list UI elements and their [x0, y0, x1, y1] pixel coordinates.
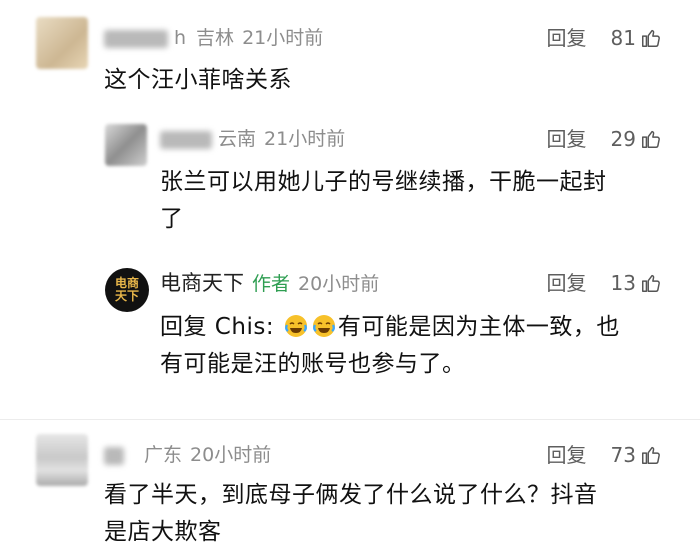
reply-prefix: 回复 Chis: — [160, 314, 275, 340]
comment-meta: 电商天下 作者 20小时前 — [160, 269, 379, 297]
comment-text: 这个汪小菲啥关系 — [104, 67, 292, 93]
reply-button[interactable]: 回复 — [547, 24, 587, 52]
username-blurred[interactable] — [104, 446, 124, 465]
region-label: 云南 — [218, 128, 257, 150]
timestamp: 21小时前 — [264, 128, 346, 150]
region-label: 吉林 — [196, 27, 235, 49]
thumbs-up-icon[interactable] — [640, 27, 662, 49]
comment-actions: 回复 29 — [547, 125, 662, 153]
author-avatar-text: 电商天下 — [114, 276, 139, 303]
username-blurred[interactable] — [104, 29, 168, 48]
avatar[interactable] — [36, 434, 88, 486]
comment-divider — [0, 419, 700, 420]
timestamp: 20小时前 — [190, 444, 272, 466]
avatar[interactable] — [105, 124, 147, 166]
like-count: 29 — [610, 127, 636, 151]
laughing-tears-emoji-icon — [284, 315, 307, 337]
comment-text-line: 回复 Chis: 有可能是因为主体一致，也 — [160, 309, 620, 346]
like-count: 13 — [610, 271, 636, 295]
comment-text-line: 了 — [160, 206, 184, 232]
author-avatar[interactable]: 电商天下 — [105, 268, 149, 312]
author-badge: 作者 — [252, 273, 291, 295]
comment-meta: 云南 21小时前 — [160, 125, 345, 153]
comment-text: 有可能是因为主体一致，也 — [337, 314, 620, 340]
avatar[interactable] — [36, 17, 88, 69]
reply-button[interactable]: 回复 — [547, 125, 587, 153]
reply-button[interactable]: 回复 — [547, 441, 587, 469]
comment-text-line: 是店大欺客 — [104, 519, 222, 545]
thumbs-up-icon[interactable] — [640, 272, 662, 294]
like-count: 81 — [610, 26, 636, 50]
username-blurred[interactable] — [160, 130, 212, 149]
username-tail[interactable]: h — [174, 27, 186, 49]
comment-actions: 回复 13 — [547, 269, 662, 297]
author-name[interactable]: 电商天下 — [160, 271, 244, 295]
like-count: 73 — [610, 443, 636, 467]
reply-button[interactable]: 回复 — [547, 269, 587, 297]
timestamp: 21小时前 — [242, 27, 324, 49]
comment-text-line: 看了半天，到底母子俩发了什么说了什么？抖音 — [104, 482, 598, 508]
comment-actions: 回复 81 — [547, 24, 662, 52]
timestamp: 20小时前 — [298, 273, 380, 295]
region-label: 广东 — [144, 444, 183, 466]
thumbs-up-icon[interactable] — [640, 444, 662, 466]
thumbs-up-icon[interactable] — [640, 128, 662, 150]
comment-meta: h 吉林 21小时前 — [104, 24, 323, 52]
comment-text-line: 有可能是汪的账号也参与了。 — [160, 351, 466, 377]
comment-meta: 广东 20小时前 — [104, 441, 271, 469]
comment-actions: 回复 73 — [547, 441, 662, 469]
comment-text-line: 张兰可以用她儿子的号继续播，干脆一起封 — [160, 169, 607, 195]
laughing-tears-emoji-icon — [312, 315, 335, 337]
